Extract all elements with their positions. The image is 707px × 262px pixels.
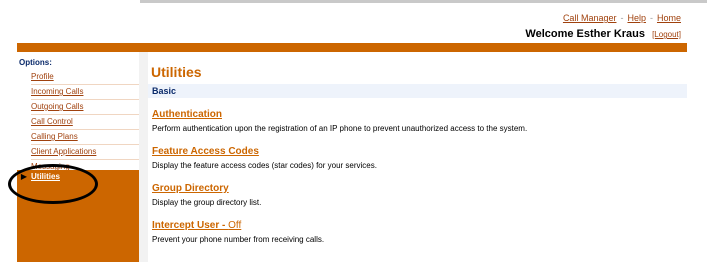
feature-access-codes-link[interactable]: Feature Access Codes (152, 146, 259, 157)
entry-feature-access-codes: Feature Access Codes Display the feature… (152, 141, 687, 170)
entry-intercept-user: Intercept User - Off Prevent your phone … (152, 215, 687, 244)
sidebar: Options: Profile Incoming Calls Outgoing… (17, 52, 139, 262)
sidebar-item-incoming-calls[interactable]: Incoming Calls (31, 85, 139, 100)
home-link[interactable]: Home (657, 13, 681, 23)
welcome-text: Welcome Esther Kraus (525, 28, 646, 40)
group-directory-desc: Display the group directory list. (152, 198, 262, 207)
sidebar-item-client-applications[interactable]: Client Applications (31, 145, 139, 160)
sidebar-item-profile[interactable]: Profile (31, 70, 139, 85)
entry-group-directory: Group Directory Display the group direct… (152, 178, 687, 207)
feature-access-codes-desc: Display the feature access codes (star c… (152, 161, 377, 170)
options-panel: Options: Profile Incoming Calls Outgoing… (17, 52, 139, 184)
intercept-user-desc: Prevent your phone number from receiving… (152, 235, 325, 244)
help-link[interactable]: Help (627, 13, 646, 23)
header-bar (17, 43, 687, 52)
sidebar-item-call-control[interactable]: Call Control (31, 115, 139, 130)
section-header-basic: Basic (148, 84, 687, 98)
welcome-banner: Welcome Esther Kraus [Logout] (525, 28, 681, 40)
column-divider (139, 52, 148, 262)
header-links: Call Manager - Help - Home (562, 13, 681, 23)
highlight-circle (8, 164, 98, 204)
options-title: Options: (19, 58, 52, 67)
call-manager-link[interactable]: Call Manager (563, 13, 617, 23)
main-content: Utilities Basic Authentication Perform a… (148, 52, 687, 244)
sidebar-item-calling-plans[interactable]: Calling Plans (31, 130, 139, 145)
sidebar-item-outgoing-calls[interactable]: Outgoing Calls (31, 100, 139, 115)
authentication-desc: Perform authentication upon the registra… (152, 124, 528, 133)
intercept-user-link[interactable]: Intercept User - Off (152, 220, 241, 231)
group-directory-link[interactable]: Group Directory (152, 183, 229, 194)
intercept-status: Off (228, 220, 242, 231)
entry-authentication: Authentication Perform authentication up… (152, 104, 687, 133)
logout-link[interactable]: [Logout] (652, 30, 681, 39)
top-rule (140, 0, 707, 3)
authentication-link[interactable]: Authentication (152, 109, 222, 120)
page-title: Utilities (151, 64, 202, 80)
intercept-user-label: Intercept User - (152, 220, 229, 231)
